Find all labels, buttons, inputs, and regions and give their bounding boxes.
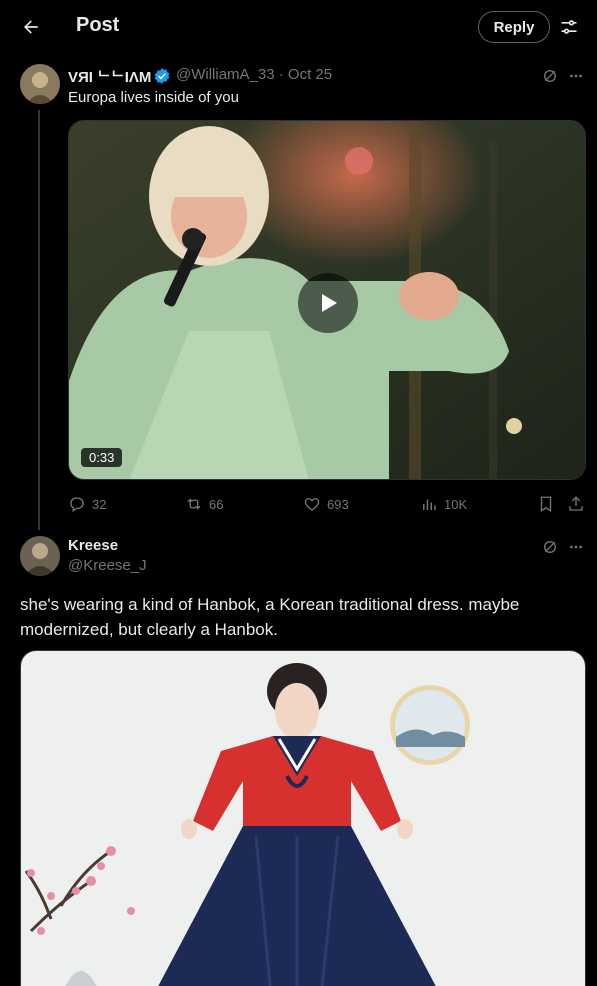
repost-action[interactable]: 66 — [185, 494, 223, 514]
reply-action[interactable]: 32 — [68, 494, 106, 514]
thread-connector — [38, 110, 40, 530]
author-handle-date[interactable]: @WilliamA_33 · Oct 25 — [176, 66, 332, 83]
like-count: 693 — [327, 496, 349, 512]
views-action[interactable]: 10K — [420, 494, 467, 514]
bookmark-icon — [540, 496, 552, 513]
tweet-text: Europa lives inside of you — [68, 89, 239, 106]
reply-avatar-image — [20, 536, 60, 576]
settings-button[interactable] — [556, 14, 582, 40]
repost-count: 66 — [209, 496, 224, 512]
page-title: Post — [76, 14, 120, 36]
arrow-left-icon — [24, 20, 38, 34]
share-icon — [569, 496, 583, 511]
reply-more-button[interactable] — [566, 537, 586, 557]
reply-count: 32 — [92, 496, 107, 512]
repost-icon — [187, 498, 201, 510]
reply-text: she's wearing a kind of Hanbok, a Korean… — [20, 595, 520, 639]
author-name[interactable]: VЯI ᄂᄂIΛM — [68, 66, 151, 87]
more-dots-icon — [570, 74, 582, 78]
back-button[interactable] — [14, 10, 48, 44]
avatar-image — [20, 64, 60, 104]
top-bar: Post Reply — [0, 0, 597, 54]
reply-button[interactable]: Reply — [478, 11, 550, 43]
grok-button[interactable] — [540, 66, 560, 86]
grok-icon — [544, 541, 556, 553]
author-avatar[interactable] — [20, 64, 60, 104]
video-player[interactable]: 0:33 — [68, 120, 586, 480]
reply-image[interactable] — [20, 650, 586, 986]
views-chart-icon — [423, 499, 436, 510]
reply-author-handle[interactable]: @Kreese_J — [68, 557, 147, 574]
comment-icon — [70, 497, 84, 513]
more-button[interactable] — [566, 66, 586, 86]
play-button[interactable] — [298, 273, 358, 333]
play-icon — [322, 294, 337, 312]
views-count: 10K — [444, 496, 468, 512]
like-action[interactable]: 693 — [303, 494, 349, 514]
verified-badge-icon — [154, 68, 170, 84]
bookmark-action[interactable] — [537, 494, 555, 514]
hanbok-photo — [21, 651, 585, 986]
more-dots-icon — [570, 545, 582, 549]
reply-author-avatar[interactable] — [20, 536, 60, 576]
share-action[interactable] — [567, 494, 585, 514]
reply-author-name[interactable]: Kreese — [68, 537, 118, 554]
video-duration: 0:33 — [81, 448, 123, 467]
sliders-icon — [561, 20, 577, 34]
grok-icon — [544, 70, 556, 82]
reply-grok-button[interactable] — [540, 537, 560, 557]
heart-icon — [304, 498, 320, 511]
